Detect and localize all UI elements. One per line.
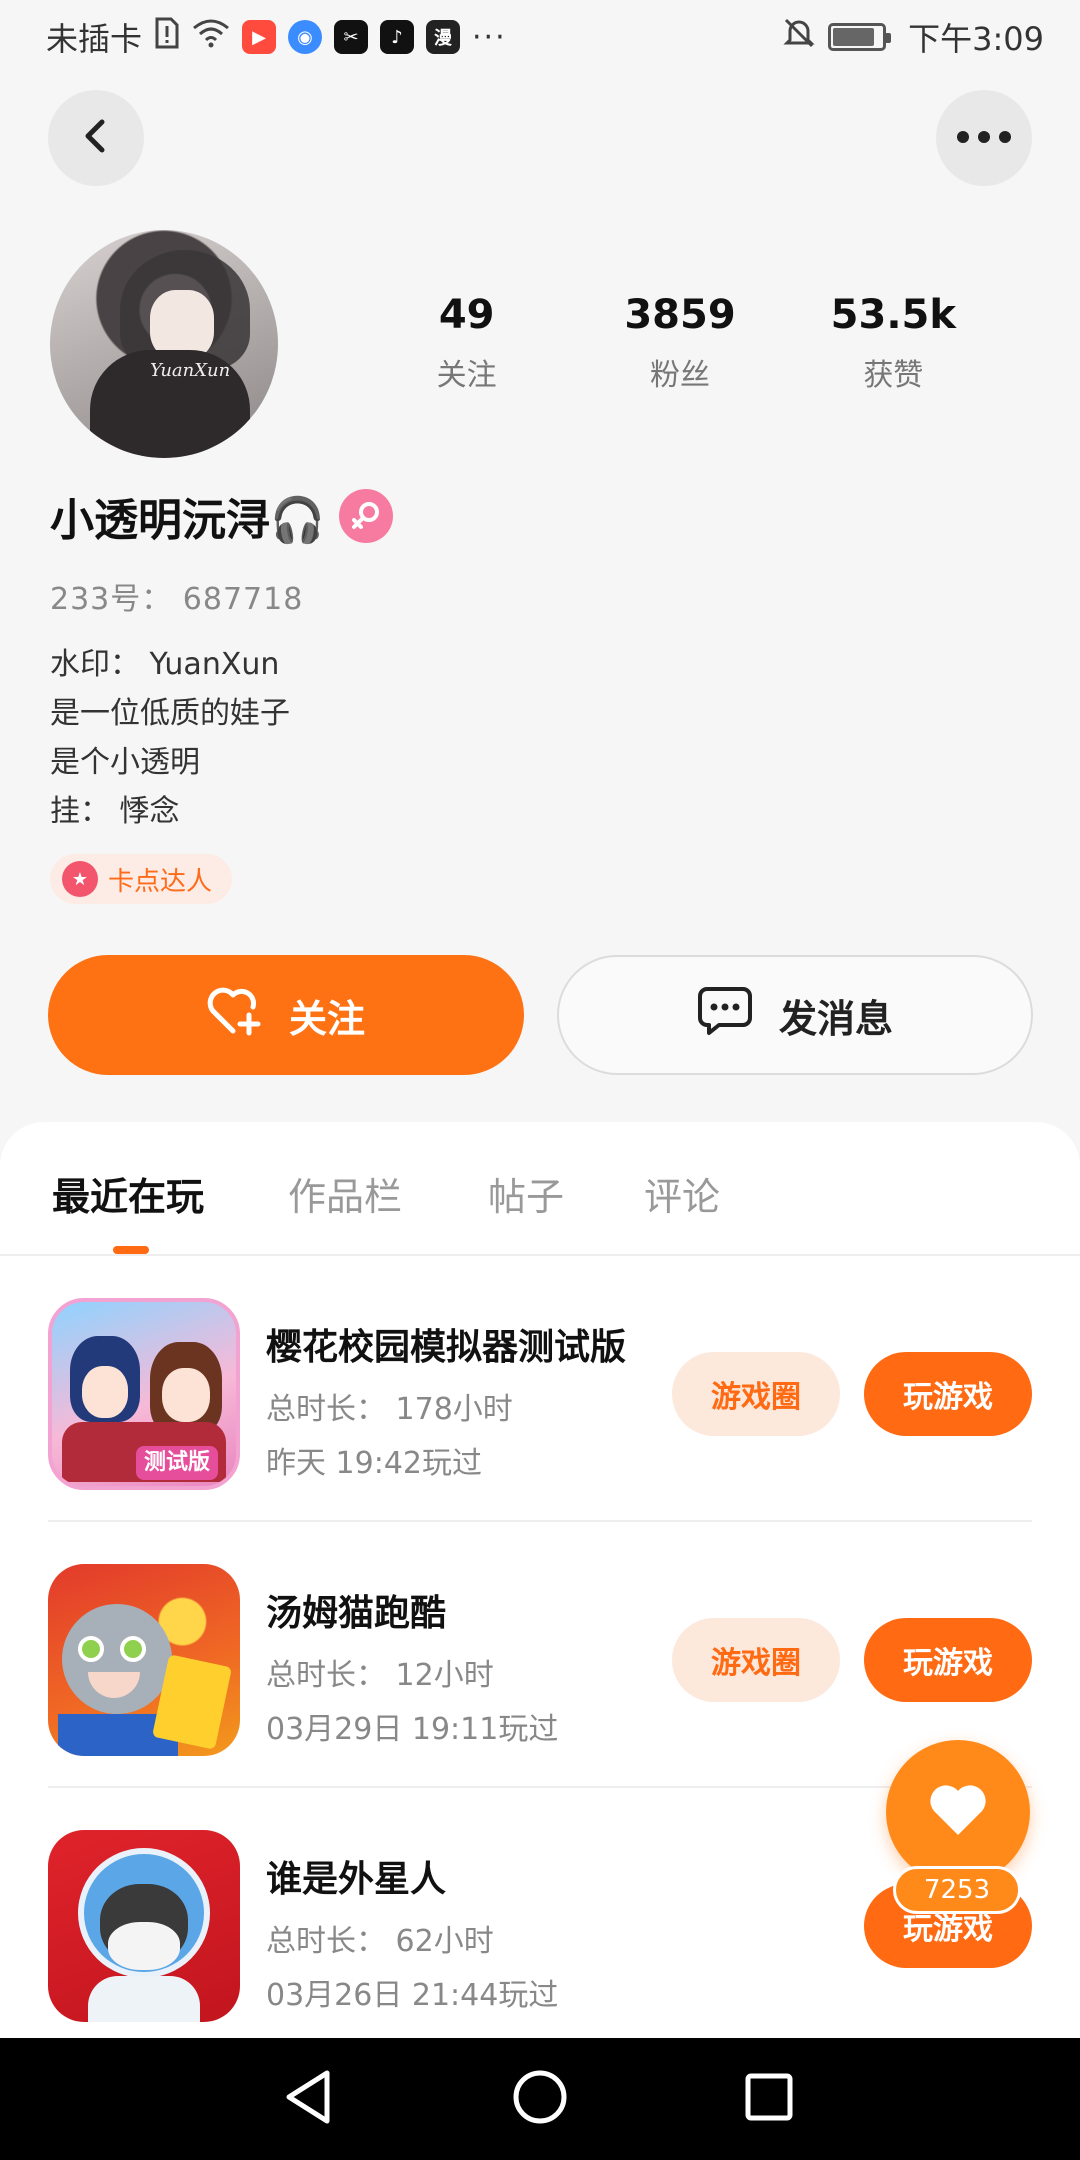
like-button[interactable] (886, 1740, 1030, 1884)
bio: 水印： YuanXun 是一位低质的娃子 是个小透明 挂： 悸念 (50, 640, 290, 836)
avatar-signature: YuanXun (150, 360, 231, 381)
profile-stats: 49 关注 3859 粉丝 53.5k 获赞 (360, 292, 1000, 394)
heart-icon (928, 1783, 988, 1841)
tab-indicator (113, 1246, 149, 1254)
more-notifications: ··· (472, 19, 507, 55)
sim-alert-icon (154, 17, 180, 57)
square-recents-icon (744, 2072, 794, 2126)
circle-home-icon (512, 2069, 568, 2129)
stat-label: 粉丝 (649, 358, 710, 393)
tab-works[interactable]: 作品栏 (288, 1166, 402, 1221)
nav-recents-button[interactable] (736, 2066, 802, 2132)
mute-icon (782, 16, 816, 58)
game-icon-alien[interactable] (48, 1830, 240, 2022)
game-last-played: 03月26日 21:44玩过 (266, 1978, 559, 2013)
tab-comments[interactable]: 评论 (644, 1166, 720, 1221)
game-name: 汤姆猫跑酷 (266, 1593, 447, 1634)
heart-plus-icon (207, 985, 263, 1046)
tab-recent-played[interactable]: 最近在玩 (52, 1166, 204, 1221)
avatar[interactable]: YuanXun (50, 230, 278, 458)
game-icon-tom-cat[interactable] (48, 1564, 240, 1756)
bio-line: 水印： YuanXun (50, 647, 280, 682)
browser-icon: ◉ (288, 20, 323, 54)
stat-value: 3859 (624, 292, 736, 338)
tag-label: 卡点达人 (108, 866, 213, 897)
username: 小透明沅浔🎧 (50, 495, 325, 546)
chevron-left-icon (76, 116, 116, 160)
more-button[interactable] (936, 90, 1032, 186)
stat-label: 关注 (436, 358, 497, 393)
stat-likes[interactable]: 53.5k 获赞 (787, 292, 1000, 394)
game-last-played: 昨天 19:42玩过 (266, 1446, 482, 1481)
play-game-button[interactable]: 玩游戏 (864, 1352, 1032, 1436)
play-game-button[interactable]: 玩游戏 (864, 1618, 1032, 1702)
system-nav-bar (0, 2038, 1080, 2160)
tiktok-icon: ♪ (380, 20, 415, 54)
game-row[interactable]: 测试版 樱花校园模拟器测试版 总时长： 178小时 昨天 19:42玩过 游戏圈… (48, 1256, 1032, 1522)
status-bar: 未插卡 ▶ ◉ ✂ ♪ 漫 ··· 下午3:09 (0, 0, 1080, 74)
game-name: 谁是外星人 (266, 1859, 447, 1900)
stat-followers[interactable]: 3859 粉丝 (573, 292, 786, 394)
more-dots-icon (956, 129, 1012, 148)
follow-label: 关注 (288, 996, 365, 1041)
game-icon-badge: 测试版 (136, 1446, 219, 1480)
capcut-icon: ✂ (334, 20, 369, 54)
game-icon-sakura[interactable]: 测试版 (48, 1298, 240, 1490)
user-id: 233号： 687718 (50, 582, 304, 617)
game-duration: 总时长： 178小时 (266, 1392, 513, 1427)
back-button[interactable] (48, 90, 144, 186)
nav-back-button[interactable] (276, 2066, 342, 2132)
game-row[interactable]: 谁是外星人 总时长： 62小时 03月26日 21:44玩过 玩游戏 (48, 1788, 1032, 2038)
bio-line: 是一位低质的娃子 (50, 696, 290, 731)
triangle-back-icon (283, 2069, 335, 2129)
tab-bar: 最近在玩 作品栏 帖子 评论 (0, 1122, 1080, 1256)
female-icon (338, 489, 393, 543)
game-duration: 总时长： 62小时 (266, 1924, 494, 1959)
message-button[interactable]: 发消息 (557, 955, 1033, 1075)
clock: 下午3:09 (908, 20, 1044, 58)
message-label: 发消息 (778, 996, 893, 1041)
stat-value: 49 (438, 292, 495, 338)
game-name: 樱花校园模拟器测试版 (266, 1327, 627, 1368)
nav-home-button[interactable] (507, 2066, 573, 2132)
game-last-played: 03月29日 19:11玩过 (266, 1712, 559, 1747)
game-duration: 总时长： 12小时 (266, 1658, 494, 1693)
bio-line: 是个小透明 (50, 745, 200, 780)
stat-label: 获赞 (863, 358, 924, 393)
tab-posts[interactable]: 帖子 (488, 1166, 564, 1221)
game-circle-button[interactable]: 游戏圈 (672, 1618, 840, 1702)
bio-line: 挂： 悸念 (50, 794, 180, 829)
achievement-tag[interactable]: ★ 卡点达人 (50, 854, 233, 904)
like-count: 7253 (893, 1866, 1021, 1914)
carrier-label: 未插卡 (46, 20, 143, 58)
follow-button[interactable]: 关注 (48, 955, 524, 1075)
game-circle-button[interactable]: 游戏圈 (672, 1352, 840, 1436)
stat-following[interactable]: 49 关注 (360, 292, 573, 394)
badge-icon: ★ (62, 861, 98, 897)
game-row[interactable]: 汤姆猫跑酷 总时长： 12小时 03月29日 19:11玩过 游戏圈 玩游戏 (48, 1522, 1032, 1788)
chat-bubble-icon (697, 985, 753, 1046)
username-row: 小透明沅浔🎧 (50, 484, 393, 548)
dongman-icon: 漫 (426, 20, 461, 54)
kuaishou-icon: ▶ (242, 20, 277, 54)
wifi-icon (192, 18, 230, 56)
battery-icon (828, 23, 892, 51)
stat-value: 53.5k (830, 292, 956, 338)
